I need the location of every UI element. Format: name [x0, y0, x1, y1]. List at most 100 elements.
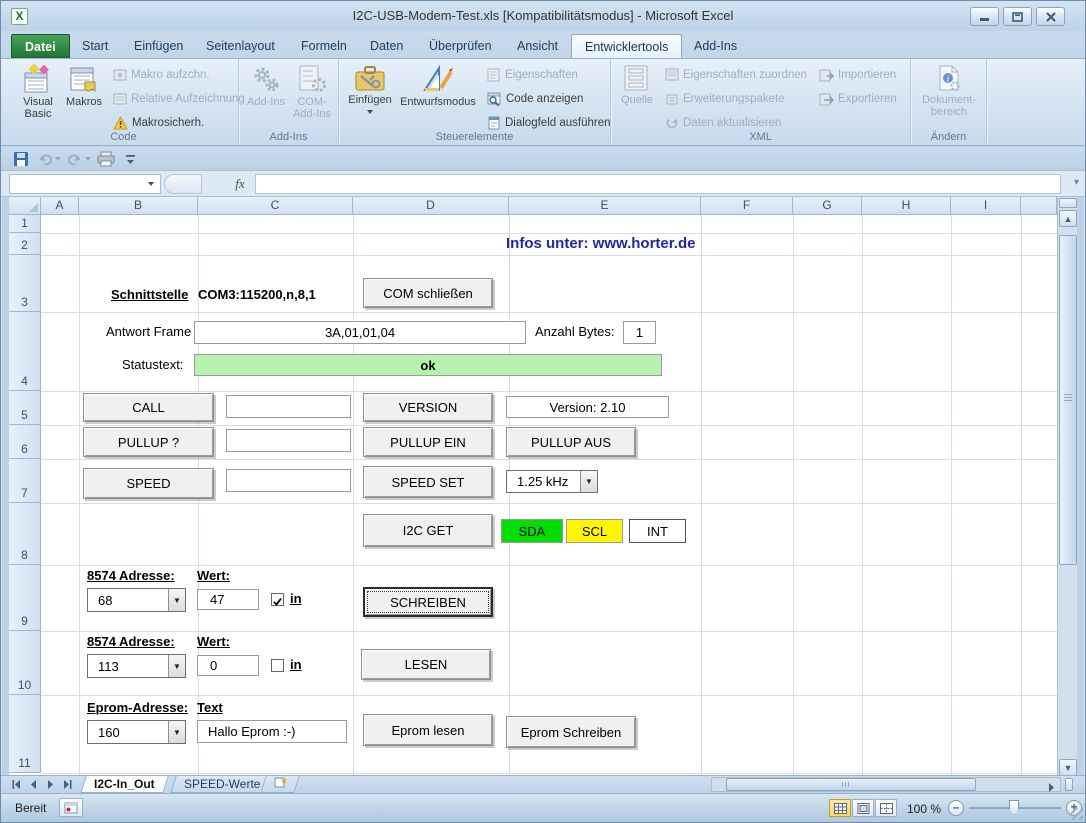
tab-ueberpruefen[interactable]: Überprüfen: [416, 34, 505, 58]
redo-button[interactable]: [67, 149, 91, 169]
redo-dropdown-icon[interactable]: [85, 157, 91, 161]
col-header-I[interactable]: I: [951, 197, 1021, 215]
wert1-field[interactable]: 47: [197, 589, 259, 610]
lesen-button[interactable]: LESEN: [361, 649, 491, 680]
code-anzeigen-button[interactable]: Code anzeigen: [487, 89, 583, 109]
relative-aufzeichnung-button[interactable]: Relative Aufzeichnung: [113, 89, 245, 109]
importieren-button[interactable]: Importieren: [819, 65, 896, 85]
chevron-down-icon[interactable]: ▼: [168, 655, 185, 677]
undo-button[interactable]: [37, 149, 61, 169]
chevron-down-icon[interactable]: ▼: [580, 471, 597, 492]
worksheet[interactable]: A B C D E F G H I 1 2 3 4 5 6 7 8 9 10 1…: [9, 197, 1057, 777]
formula-bar-expand-icon[interactable]: ▾: [1074, 177, 1079, 188]
view-normal-button[interactable]: [829, 799, 851, 817]
minimize-button[interactable]: [970, 7, 999, 26]
erweiterungspakete-button[interactable]: Erweiterungspakete: [665, 89, 785, 109]
eprom-text-field[interactable]: Hallo Eprom :-): [197, 720, 347, 743]
next-sheet-button[interactable]: [43, 777, 58, 792]
pullup-field[interactable]: [226, 429, 351, 452]
tab-einfuegen[interactable]: Einfügen: [121, 34, 196, 58]
name-box[interactable]: [9, 174, 161, 194]
entwurfsmodus-button[interactable]: Entwurfsmodus: [395, 62, 481, 128]
tab-formeln[interactable]: Formeln: [288, 34, 360, 58]
print-button[interactable]: [97, 149, 115, 169]
tab-daten[interactable]: Daten: [357, 34, 416, 58]
version-button[interactable]: VERSION: [363, 393, 493, 422]
speed-select[interactable]: 1.25 kHz ▼: [506, 470, 598, 493]
in2-checkbox[interactable]: [271, 659, 284, 672]
zoom-out-button[interactable]: –: [948, 800, 964, 816]
col-header-H[interactable]: H: [862, 197, 951, 215]
tab-datei[interactable]: Datei: [11, 34, 70, 58]
row-header-1[interactable]: 1: [9, 215, 41, 233]
adresse1-select[interactable]: 68 ▼: [87, 588, 186, 612]
call-field[interactable]: [226, 395, 351, 418]
exportieren-button[interactable]: Exportieren: [819, 89, 897, 109]
row-header-2[interactable]: 2: [9, 233, 41, 255]
pullup-ein-button[interactable]: PULLUP EIN: [363, 427, 493, 457]
tab-i2c-in-out[interactable]: I2C-In_Out: [80, 776, 168, 793]
tab-speed-werte[interactable]: SPEED-Werte: [170, 776, 274, 793]
resize-grip[interactable]: [1071, 808, 1083, 820]
vertical-scrollbar[interactable]: ▲ ▼: [1057, 197, 1077, 777]
tab-addins[interactable]: Add-Ins: [681, 34, 750, 58]
scroll-down-button[interactable]: ▼: [1059, 759, 1077, 776]
save-button[interactable]: [13, 149, 29, 169]
row-header-6[interactable]: 6: [9, 425, 41, 459]
pullup-aus-button[interactable]: PULLUP AUS: [506, 427, 636, 457]
last-sheet-button[interactable]: [60, 777, 75, 792]
v-split-handle[interactable]: [1059, 198, 1077, 208]
col-header-G[interactable]: G: [793, 197, 862, 215]
pullup-frage-button[interactable]: PULLUP ?: [83, 427, 214, 457]
view-page-layout-button[interactable]: [852, 799, 874, 817]
addins-button[interactable]: Add-Ins: [241, 62, 291, 128]
eigenschaften-button[interactable]: Eigenschaften: [487, 65, 578, 85]
com-schliessen-button[interactable]: COM schließen: [363, 278, 493, 308]
h-scroll-thumb[interactable]: [726, 778, 976, 791]
restore-button[interactable]: [1003, 7, 1032, 26]
version-field[interactable]: Version: 2.10: [506, 396, 669, 418]
row-header-11[interactable]: 11: [9, 695, 41, 773]
row-header-9[interactable]: 9: [9, 565, 41, 631]
makro-aufzeichnen-button[interactable]: Makro aufzchn.: [113, 65, 210, 85]
col-header-C[interactable]: C: [198, 197, 353, 215]
row-header-4[interactable]: 4: [9, 312, 41, 391]
insert-function-button[interactable]: fx: [227, 174, 253, 194]
eigenschaften-zuordnen-button[interactable]: Eigenschaften zuordnen: [665, 65, 807, 85]
call-button[interactable]: CALL: [83, 393, 214, 422]
col-header-A[interactable]: A: [41, 197, 79, 215]
select-all-corner[interactable]: [9, 197, 41, 215]
visual-basic-button[interactable]: Visual Basic: [13, 62, 63, 128]
daten-aktualisieren-button[interactable]: Daten aktualisieren: [665, 113, 781, 133]
com-addins-button[interactable]: COM-Add-Ins: [287, 62, 337, 128]
col-header-F[interactable]: F: [701, 197, 793, 215]
name-box-dropdown[interactable]: [143, 176, 159, 192]
tab-ansicht[interactable]: Ansicht: [504, 34, 571, 58]
quelle-button[interactable]: Quelle: [615, 62, 659, 128]
eprom-adresse-select[interactable]: 160 ▼: [87, 720, 186, 744]
in1-checkbox[interactable]: [271, 593, 284, 606]
dialogfeld-ausfuehren-button[interactable]: Dialogfeld ausführen: [487, 113, 611, 133]
formula-input[interactable]: [255, 174, 1061, 194]
speed-button[interactable]: SPEED: [83, 468, 214, 499]
col-header-B[interactable]: B: [79, 197, 198, 215]
qat-customize-button[interactable]: [125, 149, 136, 169]
col-header-partial[interactable]: [1021, 197, 1057, 215]
prev-sheet-button[interactable]: [26, 777, 41, 792]
row-header-5[interactable]: 5: [9, 391, 41, 425]
view-page-break-button[interactable]: [875, 799, 897, 817]
eprom-schreiben-button[interactable]: Eprom Schreiben: [506, 716, 636, 748]
eprom-lesen-button[interactable]: Eprom lesen: [363, 714, 493, 746]
wert2-field[interactable]: 0: [197, 655, 259, 676]
tab-entwicklertools[interactable]: Entwicklertools: [571, 34, 682, 58]
v-scroll-thumb[interactable]: [1059, 235, 1077, 565]
tab-seitenlayout[interactable]: Seitenlayout: [193, 34, 288, 58]
horizontal-scrollbar[interactable]: [711, 777, 1061, 792]
row-header-10[interactable]: 10: [9, 631, 41, 695]
speed-set-button[interactable]: SPEED SET: [363, 466, 493, 498]
adresse2-select[interactable]: 113 ▼: [87, 654, 186, 678]
i2c-get-button[interactable]: I2C GET: [363, 514, 493, 547]
tab-start[interactable]: Start: [69, 34, 121, 58]
col-header-D[interactable]: D: [353, 197, 509, 215]
row-header-8[interactable]: 8: [9, 503, 41, 565]
